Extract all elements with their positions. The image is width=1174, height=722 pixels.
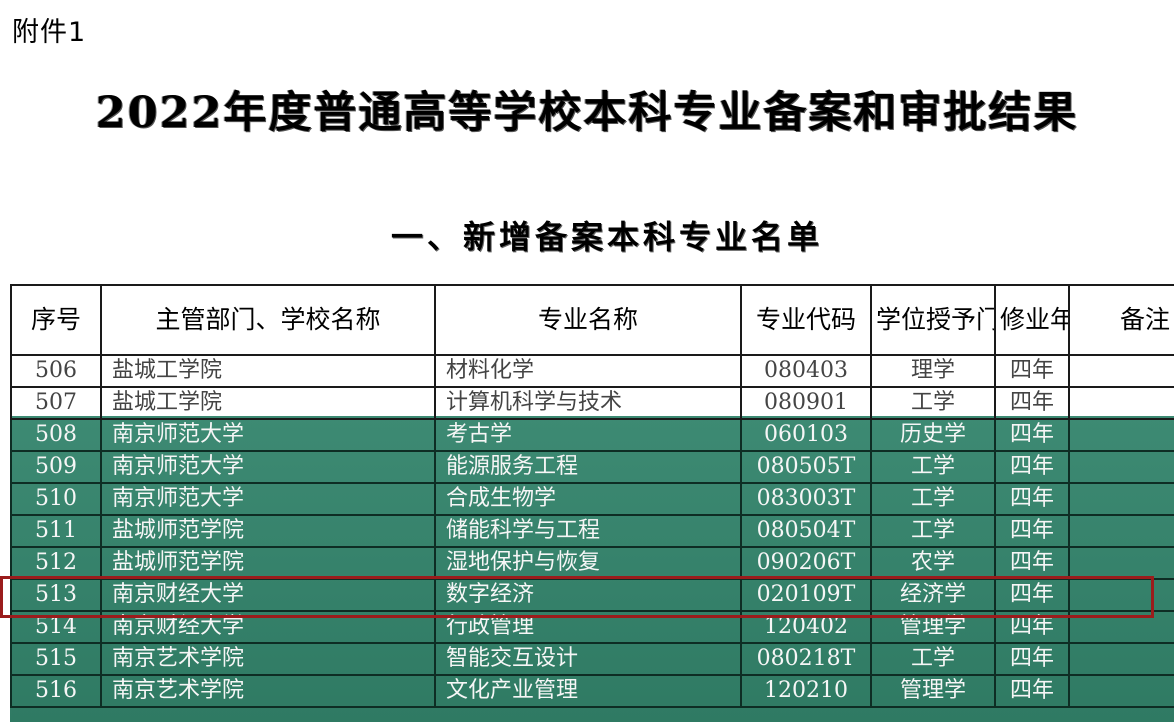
- cell-degree: 理学: [870, 354, 996, 388]
- header-school: 主管部门、学校名称: [100, 284, 436, 356]
- cell-school: 盐城师范学院: [100, 514, 436, 548]
- cell-major: 合成生物学: [434, 482, 742, 516]
- header-major: 专业名称: [434, 284, 742, 356]
- cell-note: [1068, 642, 1174, 676]
- cell-degree: 工学: [870, 482, 996, 516]
- cell-note: [1068, 546, 1174, 580]
- header-no: 序号: [10, 284, 102, 356]
- cell-years: 四年: [994, 514, 1070, 548]
- majors-table: 序号 主管部门、学校名称 专业名称 专业代码 学位授予门类 修业年限 备注 50…: [10, 284, 1174, 708]
- section-title: 一、新增备案本科专业名单: [390, 218, 823, 256]
- row-highlight-box: [0, 576, 1154, 618]
- cell-school: 盐城工学院: [100, 386, 436, 420]
- cell-code: 083003T: [740, 482, 872, 516]
- cell-years: 四年: [994, 546, 1070, 580]
- cell-code: 080403: [740, 354, 872, 388]
- cell-degree: 工学: [870, 450, 996, 484]
- cell-degree: 工学: [870, 514, 996, 548]
- cell-no: 510: [10, 482, 102, 516]
- cell-note: [1068, 354, 1174, 388]
- cell-school: 南京师范大学: [100, 418, 436, 452]
- cell-years: 四年: [994, 354, 1070, 388]
- table-header-row: 序号 主管部门、学校名称 专业名称 专业代码 学位授予门类 修业年限 备注: [10, 284, 1174, 356]
- cell-major: 考古学: [434, 418, 742, 452]
- cell-code: 090206T: [740, 546, 872, 580]
- cell-note: [1068, 514, 1174, 548]
- cell-major: 湿地保护与恢复: [434, 546, 742, 580]
- cell-degree: 工学: [870, 642, 996, 676]
- table-row: 506 盐城工学院 材料化学 080403 理学 四年: [10, 354, 1174, 388]
- cell-code: 080505T: [740, 450, 872, 484]
- table-body: 506 盐城工学院 材料化学 080403 理学 四年 507 盐城工学院 计算机科学与技术 08…: [10, 354, 1174, 708]
- attachment-label: 附件1: [12, 17, 87, 48]
- header-code: 专业代码: [740, 284, 872, 356]
- cell-no: 509: [10, 450, 102, 484]
- table-row: 516 南京艺术学院 文化产业管理 120210 管理学 四年: [10, 674, 1174, 708]
- table-row: 508 南京师范大学 考古学 060103 历史学 四年: [10, 418, 1174, 452]
- header-years: 修业年限: [994, 284, 1070, 356]
- cell-no: 512: [10, 546, 102, 580]
- table-row: 507 盐城工学院 计算机科学与技术 080901 工学 四年: [10, 386, 1174, 420]
- cell-note: [1068, 386, 1174, 420]
- cell-school: 盐城师范学院: [100, 546, 436, 580]
- cell-note: [1068, 418, 1174, 452]
- cell-major: 计算机科学与技术: [434, 386, 742, 420]
- cell-school: 南京师范大学: [100, 482, 436, 516]
- cell-major: 储能科学与工程: [434, 514, 742, 548]
- table-row: 510 南京师范大学 合成生物学 083003T 工学 四年: [10, 482, 1174, 516]
- cell-no: 515: [10, 642, 102, 676]
- cell-no: 507: [10, 386, 102, 420]
- cell-major: 智能交互设计: [434, 642, 742, 676]
- cell-no: 516: [10, 674, 102, 708]
- table-row: 512 盐城师范学院 湿地保护与恢复 090206T 农学 四年: [10, 546, 1174, 580]
- cell-years: 四年: [994, 450, 1070, 484]
- cell-years: 四年: [994, 418, 1070, 452]
- cell-school: 南京艺术学院: [100, 674, 436, 708]
- cell-code: 120210: [740, 674, 872, 708]
- cell-note: [1068, 674, 1174, 708]
- cell-code: 080901: [740, 386, 872, 420]
- table-row: 509 南京师范大学 能源服务工程 080505T 工学 四年: [10, 450, 1174, 484]
- cell-note: [1068, 482, 1174, 516]
- table-row: 511 盐城师范学院 储能科学与工程 080504T 工学 四年: [10, 514, 1174, 548]
- cell-no: 508: [10, 418, 102, 452]
- cell-degree: 管理学: [870, 674, 996, 708]
- cell-school: 南京艺术学院: [100, 642, 436, 676]
- cell-code: 080504T: [740, 514, 872, 548]
- cell-code: 060103: [740, 418, 872, 452]
- cell-degree: 历史学: [870, 418, 996, 452]
- cell-code: 080218T: [740, 642, 872, 676]
- cell-no: 511: [10, 514, 102, 548]
- cell-degree: 工学: [870, 386, 996, 420]
- cell-school: 南京师范大学: [100, 450, 436, 484]
- cell-note: [1068, 450, 1174, 484]
- cell-major: 文化产业管理: [434, 674, 742, 708]
- majors-table-container: 序号 主管部门、学校名称 专业名称 专业代码 学位授予门类 修业年限 备注 50…: [10, 284, 1174, 722]
- cell-no: 506: [10, 354, 102, 388]
- table-row: 515 南京艺术学院 智能交互设计 080218T 工学 四年: [10, 642, 1174, 676]
- header-note: 备注: [1068, 284, 1174, 356]
- cell-years: 四年: [994, 482, 1070, 516]
- cell-years: 四年: [994, 386, 1070, 420]
- cell-major: 材料化学: [434, 354, 742, 388]
- cell-school: 盐城工学院: [100, 354, 436, 388]
- header-degree: 学位授予门类: [870, 284, 996, 356]
- cell-major: 能源服务工程: [434, 450, 742, 484]
- cell-years: 四年: [994, 674, 1070, 708]
- cell-degree: 农学: [870, 546, 996, 580]
- document-title: 2022年度普通高等学校本科专业备案和审批结果: [95, 88, 1079, 138]
- cell-years: 四年: [994, 642, 1070, 676]
